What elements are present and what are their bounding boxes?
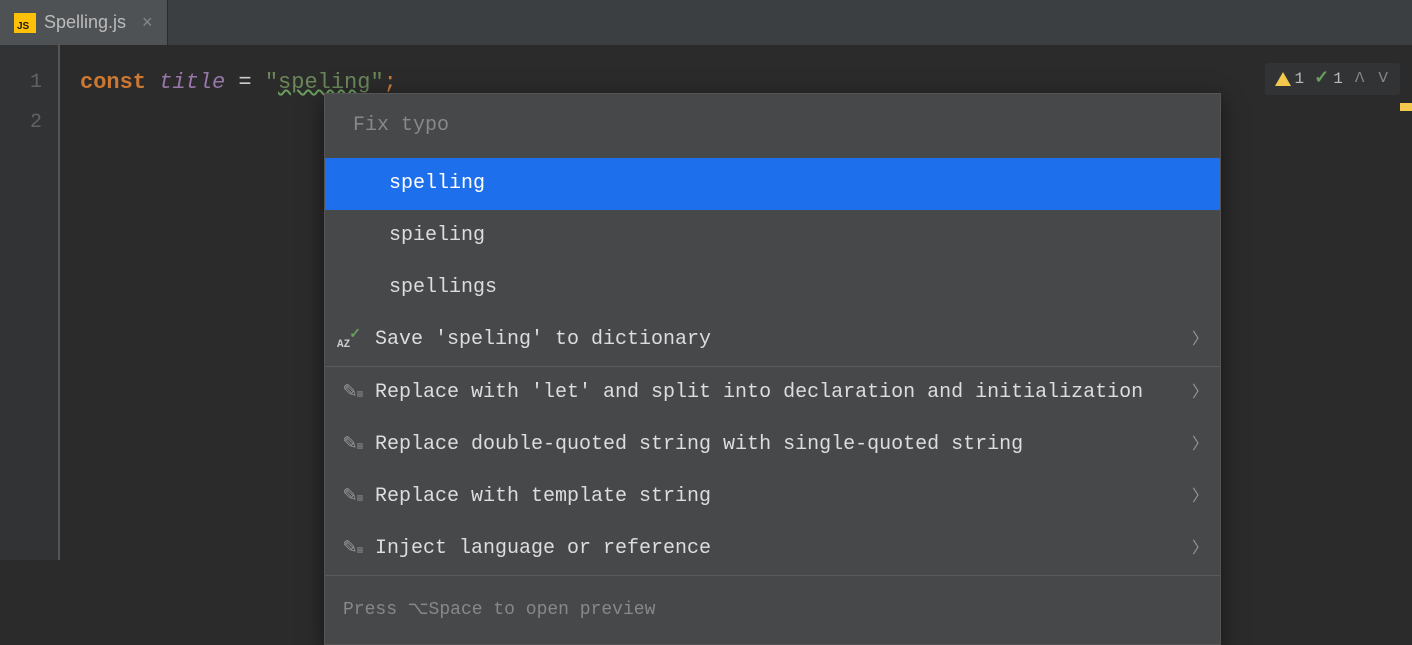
action-template-string[interactable]: ✎ Replace with template string 〉 xyxy=(325,471,1220,523)
close-tab-icon[interactable]: × xyxy=(134,12,153,33)
action-label: Inject language or reference xyxy=(375,529,1180,569)
action-label: Save 'speling' to dictionary xyxy=(375,320,1180,360)
submenu-chevron-icon: 〉 xyxy=(1192,320,1208,360)
edit-intention-icon: ✎ xyxy=(342,477,357,517)
keyword-const: const xyxy=(80,70,146,95)
warning-count: 1 xyxy=(1295,59,1305,99)
dictionary-icon xyxy=(337,329,363,351)
popup-hint: Press ⌥Space to open preview xyxy=(325,575,1220,644)
next-highlight-icon[interactable]: ᐯ xyxy=(1376,59,1390,99)
intention-actions-popup: Fix typo spelling spieling spellings Sav… xyxy=(324,93,1221,645)
submenu-chevron-icon: 〉 xyxy=(1192,477,1208,517)
action-replace-single-quote[interactable]: ✎ Replace double-quoted string with sing… xyxy=(325,419,1220,471)
typo-count: 1 xyxy=(1333,59,1343,99)
action-label: Replace with template string xyxy=(375,477,1180,517)
suggestion-label: spelling xyxy=(349,164,1208,204)
suggestion-spellings[interactable]: spellings xyxy=(325,262,1220,314)
action-replace-let[interactable]: ✎ Replace with 'let' and split into decl… xyxy=(325,367,1220,419)
line-number[interactable]: 2 xyxy=(0,103,58,143)
edit-intention-icon: ✎ xyxy=(342,425,357,465)
variable-name: title xyxy=(159,70,225,95)
suggestion-spelling[interactable]: spelling xyxy=(325,158,1220,210)
action-label: Replace double-quoted string with single… xyxy=(375,425,1180,465)
edit-intention-icon: ✎ xyxy=(342,373,357,413)
action-inject-language[interactable]: ✎ Inject language or reference 〉 xyxy=(325,523,1220,575)
semicolon: ; xyxy=(384,70,397,95)
suggestion-spieling[interactable]: spieling xyxy=(325,210,1220,262)
typo-check-icon: ✓ xyxy=(1314,59,1329,99)
submenu-chevron-icon: 〉 xyxy=(1192,373,1208,413)
code-editor[interactable]: const title = "speling"; 1 ✓ 1 ᐱ ᐯ Fix t… xyxy=(60,45,1412,560)
action-label: Replace with 'let' and split into declar… xyxy=(375,373,1180,413)
inspections-widget[interactable]: 1 ✓ 1 ᐱ ᐯ xyxy=(1265,63,1400,95)
string-quote-close: " xyxy=(370,70,383,95)
typo-indicator[interactable]: ✓ 1 xyxy=(1314,59,1343,99)
line-number-gutter: 1 2 xyxy=(0,45,60,560)
warning-indicator[interactable]: 1 xyxy=(1275,59,1305,99)
equals-operator: = xyxy=(225,70,265,95)
line-number[interactable]: 1 xyxy=(0,63,58,103)
submenu-chevron-icon: 〉 xyxy=(1192,529,1208,569)
submenu-chevron-icon: 〉 xyxy=(1192,425,1208,465)
popup-header: Fix typo xyxy=(325,94,1220,158)
file-tab[interactable]: Spelling.js × xyxy=(0,0,168,45)
suggestion-label: spieling xyxy=(349,216,1208,256)
save-to-dictionary[interactable]: Save 'speling' to dictionary 〉 xyxy=(325,314,1220,366)
javascript-file-icon xyxy=(14,13,36,33)
editor-tab-bar: Spelling.js × xyxy=(0,0,1412,45)
editor-area: 1 2 const title = "speling"; 1 ✓ 1 ᐱ ᐯ F… xyxy=(0,45,1412,560)
suggestion-label: spellings xyxy=(349,268,1208,308)
error-stripe-marker[interactable] xyxy=(1400,103,1412,111)
tab-filename: Spelling.js xyxy=(44,12,126,33)
warning-triangle-icon xyxy=(1275,72,1291,86)
prev-highlight-icon[interactable]: ᐱ xyxy=(1353,59,1367,99)
string-typo[interactable]: speling xyxy=(278,70,370,95)
string-quote-open: " xyxy=(265,70,278,95)
edit-intention-icon: ✎ xyxy=(342,529,357,569)
